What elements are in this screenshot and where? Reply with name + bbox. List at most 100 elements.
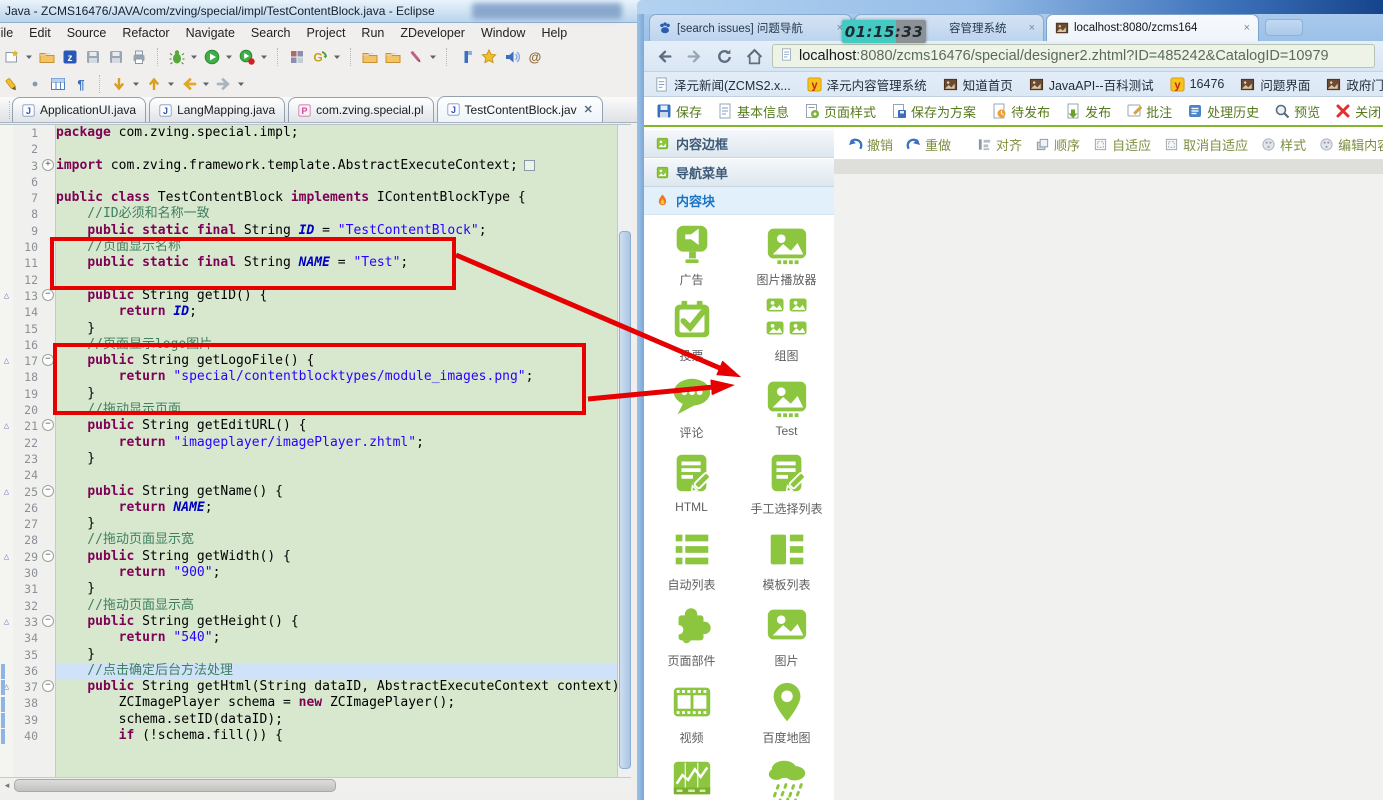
forward-arrow-icon[interactable] [214, 73, 234, 95]
new-wizard-icon[interactable] [2, 46, 22, 68]
info-pillar-icon[interactable] [456, 46, 476, 68]
bookmark-item[interactable]: 泽元新闻(ZCMS2.x... [654, 75, 791, 94]
content-block-item[interactable]: 组图 [739, 297, 834, 373]
panel-header[interactable]: 内容边框 [644, 129, 834, 158]
fold-collapse-icon[interactable]: − [42, 550, 54, 562]
editor-tab[interactable]: JTestContentBlock.jav✕ [437, 96, 603, 122]
dropdown-chevron-icon[interactable] [25, 46, 34, 68]
address-bar[interactable]: localhost:8080/zcms16476/special/designe… [772, 44, 1375, 68]
grid-icon[interactable] [287, 46, 307, 68]
up-arrow-icon[interactable] [144, 73, 164, 95]
refresh-g-icon[interactable]: G [310, 46, 330, 68]
speaker-icon[interactable] [502, 46, 522, 68]
editor-fold-gutter[interactable]: +−−−−−−− [41, 125, 56, 777]
folder-open-icon[interactable] [360, 46, 380, 68]
content-block-item[interactable] [644, 755, 739, 800]
content-block-item[interactable]: Test [739, 374, 834, 450]
bookmark-item[interactable]: y16476 [1170, 77, 1225, 92]
content-block-item[interactable]: 页面部件 [644, 602, 739, 678]
at-icon[interactable]: @ [525, 46, 545, 68]
fold-collapse-icon[interactable]: − [42, 615, 54, 627]
pilcrow-icon[interactable]: ¶ [71, 73, 91, 95]
dropdown-chevron-icon[interactable] [202, 73, 211, 95]
reload-icon[interactable] [716, 48, 733, 65]
canvas-palette-button[interactable]: 样式 [1261, 135, 1306, 154]
canvas-palette-button[interactable]: 编辑内容 [1319, 135, 1383, 154]
content-block-item[interactable]: HTML [644, 450, 739, 526]
menu-search[interactable]: Search [243, 24, 299, 42]
fold-expand-icon[interactable]: + [42, 159, 54, 171]
view-handle[interactable] [1, 101, 10, 119]
dot-icon[interactable] [25, 73, 45, 95]
close-tab-icon[interactable]: × [1029, 22, 1035, 34]
dropdown-chevron-icon[interactable] [190, 46, 199, 68]
canvas-redo-button[interactable]: 重做 [906, 135, 951, 154]
save-all-icon[interactable] [106, 46, 126, 68]
content-block-item[interactable]: 投票 [644, 297, 739, 373]
open-folder-icon[interactable] [37, 46, 57, 68]
forward-button[interactable] [682, 44, 706, 68]
editor-horizontal-scrollbar[interactable]: ◂ [0, 777, 631, 793]
menu-zdeveloper[interactable]: ZDeveloper [392, 24, 473, 42]
cms-mag-button[interactable]: 预览 [1274, 102, 1320, 121]
canvas-order-button[interactable]: 顺序 [1035, 135, 1080, 154]
content-block-item[interactable]: 评论 [644, 374, 739, 450]
print-icon[interactable] [129, 46, 149, 68]
canvas-undo-button[interactable]: 撤销 [848, 135, 893, 154]
reload-button[interactable] [712, 44, 736, 68]
content-block-item[interactable]: 模板列表 [739, 526, 834, 602]
new-tab-button[interactable] [1265, 19, 1303, 36]
content-block-item[interactable]: 视频 [644, 679, 739, 755]
editor-code-area[interactable]: package com.zving.special.impl;import co… [56, 125, 631, 777]
editor-vertical-scrollbar[interactable] [617, 125, 631, 777]
browser-tab[interactable]: localhost:8080/zcms164× [1046, 14, 1259, 41]
hscroll-left-arrow-icon[interactable]: ◂ [0, 780, 14, 791]
eclipse-titlebar[interactable]: Java - ZCMS16476/JAVA/com/zving/special/… [0, 0, 642, 23]
panel-header-active[interactable]: 内容块 [644, 187, 834, 215]
run-config-icon[interactable] [237, 46, 257, 68]
fold-collapse-icon[interactable]: − [42, 680, 54, 692]
content-block-item[interactable]: 图片播放器 [739, 221, 834, 297]
z-project-icon[interactable]: z [60, 46, 80, 68]
canvas-align-button[interactable]: 对齐 [977, 135, 1022, 154]
folder-open2-icon[interactable] [383, 46, 403, 68]
canvas-fit-button[interactable]: 取消自适应 [1164, 135, 1248, 154]
canvas-area[interactable] [834, 174, 1383, 800]
bookmark-item[interactable]: 知道首页 [943, 75, 1013, 94]
editor-tab[interactable]: Pcom.zving.special.pl [288, 97, 433, 122]
content-block-item[interactable] [739, 755, 834, 800]
code-editor[interactable]: △△△△△△△ 12367891011121314151617181920212… [0, 124, 631, 777]
home-button[interactable] [742, 44, 766, 68]
dropdown-chevron-icon[interactable] [225, 46, 234, 68]
menu-file[interactable]: File [0, 24, 21, 42]
cms-note-button[interactable]: 批注 [1126, 102, 1172, 121]
menu-edit[interactable]: Edit [21, 24, 59, 42]
marker-pen-icon[interactable] [2, 73, 22, 95]
fwd-icon[interactable] [686, 48, 703, 65]
home-icon[interactable] [746, 48, 763, 65]
save-icon[interactable] [83, 46, 103, 68]
run-icon[interactable] [202, 46, 222, 68]
cms-floppy-button[interactable]: 保存 [656, 102, 702, 121]
close-tab-icon[interactable]: ✕ [584, 103, 593, 116]
cms-history-button[interactable]: 处理历史 [1187, 102, 1259, 121]
debug-icon[interactable] [167, 46, 187, 68]
browser-titlebar[interactable] [637, 0, 1383, 15]
down-arrow-icon[interactable] [109, 73, 129, 95]
cms-publish-button[interactable]: 发布 [1065, 102, 1111, 121]
canvas-fit-button[interactable]: 自适应 [1093, 135, 1151, 154]
dropdown-chevron-icon[interactable] [260, 46, 269, 68]
table-icon[interactable] [48, 73, 68, 95]
dropdown-chevron-icon[interactable] [333, 46, 342, 68]
bookmark-item[interactable]: 问题界面 [1240, 75, 1310, 94]
folded-region-icon[interactable] [524, 160, 535, 171]
dropdown-chevron-icon[interactable] [132, 73, 141, 95]
menu-project[interactable]: Project [299, 24, 354, 42]
menu-refactor[interactable]: Refactor [114, 24, 177, 42]
dropdown-chevron-icon[interactable] [167, 73, 176, 95]
content-block-item[interactable]: 图片 [739, 602, 834, 678]
content-block-item[interactable]: 手工选择列表 [739, 450, 834, 526]
back-button[interactable] [652, 44, 676, 68]
fold-collapse-icon[interactable]: − [42, 419, 54, 431]
fold-collapse-icon[interactable]: − [42, 485, 54, 497]
